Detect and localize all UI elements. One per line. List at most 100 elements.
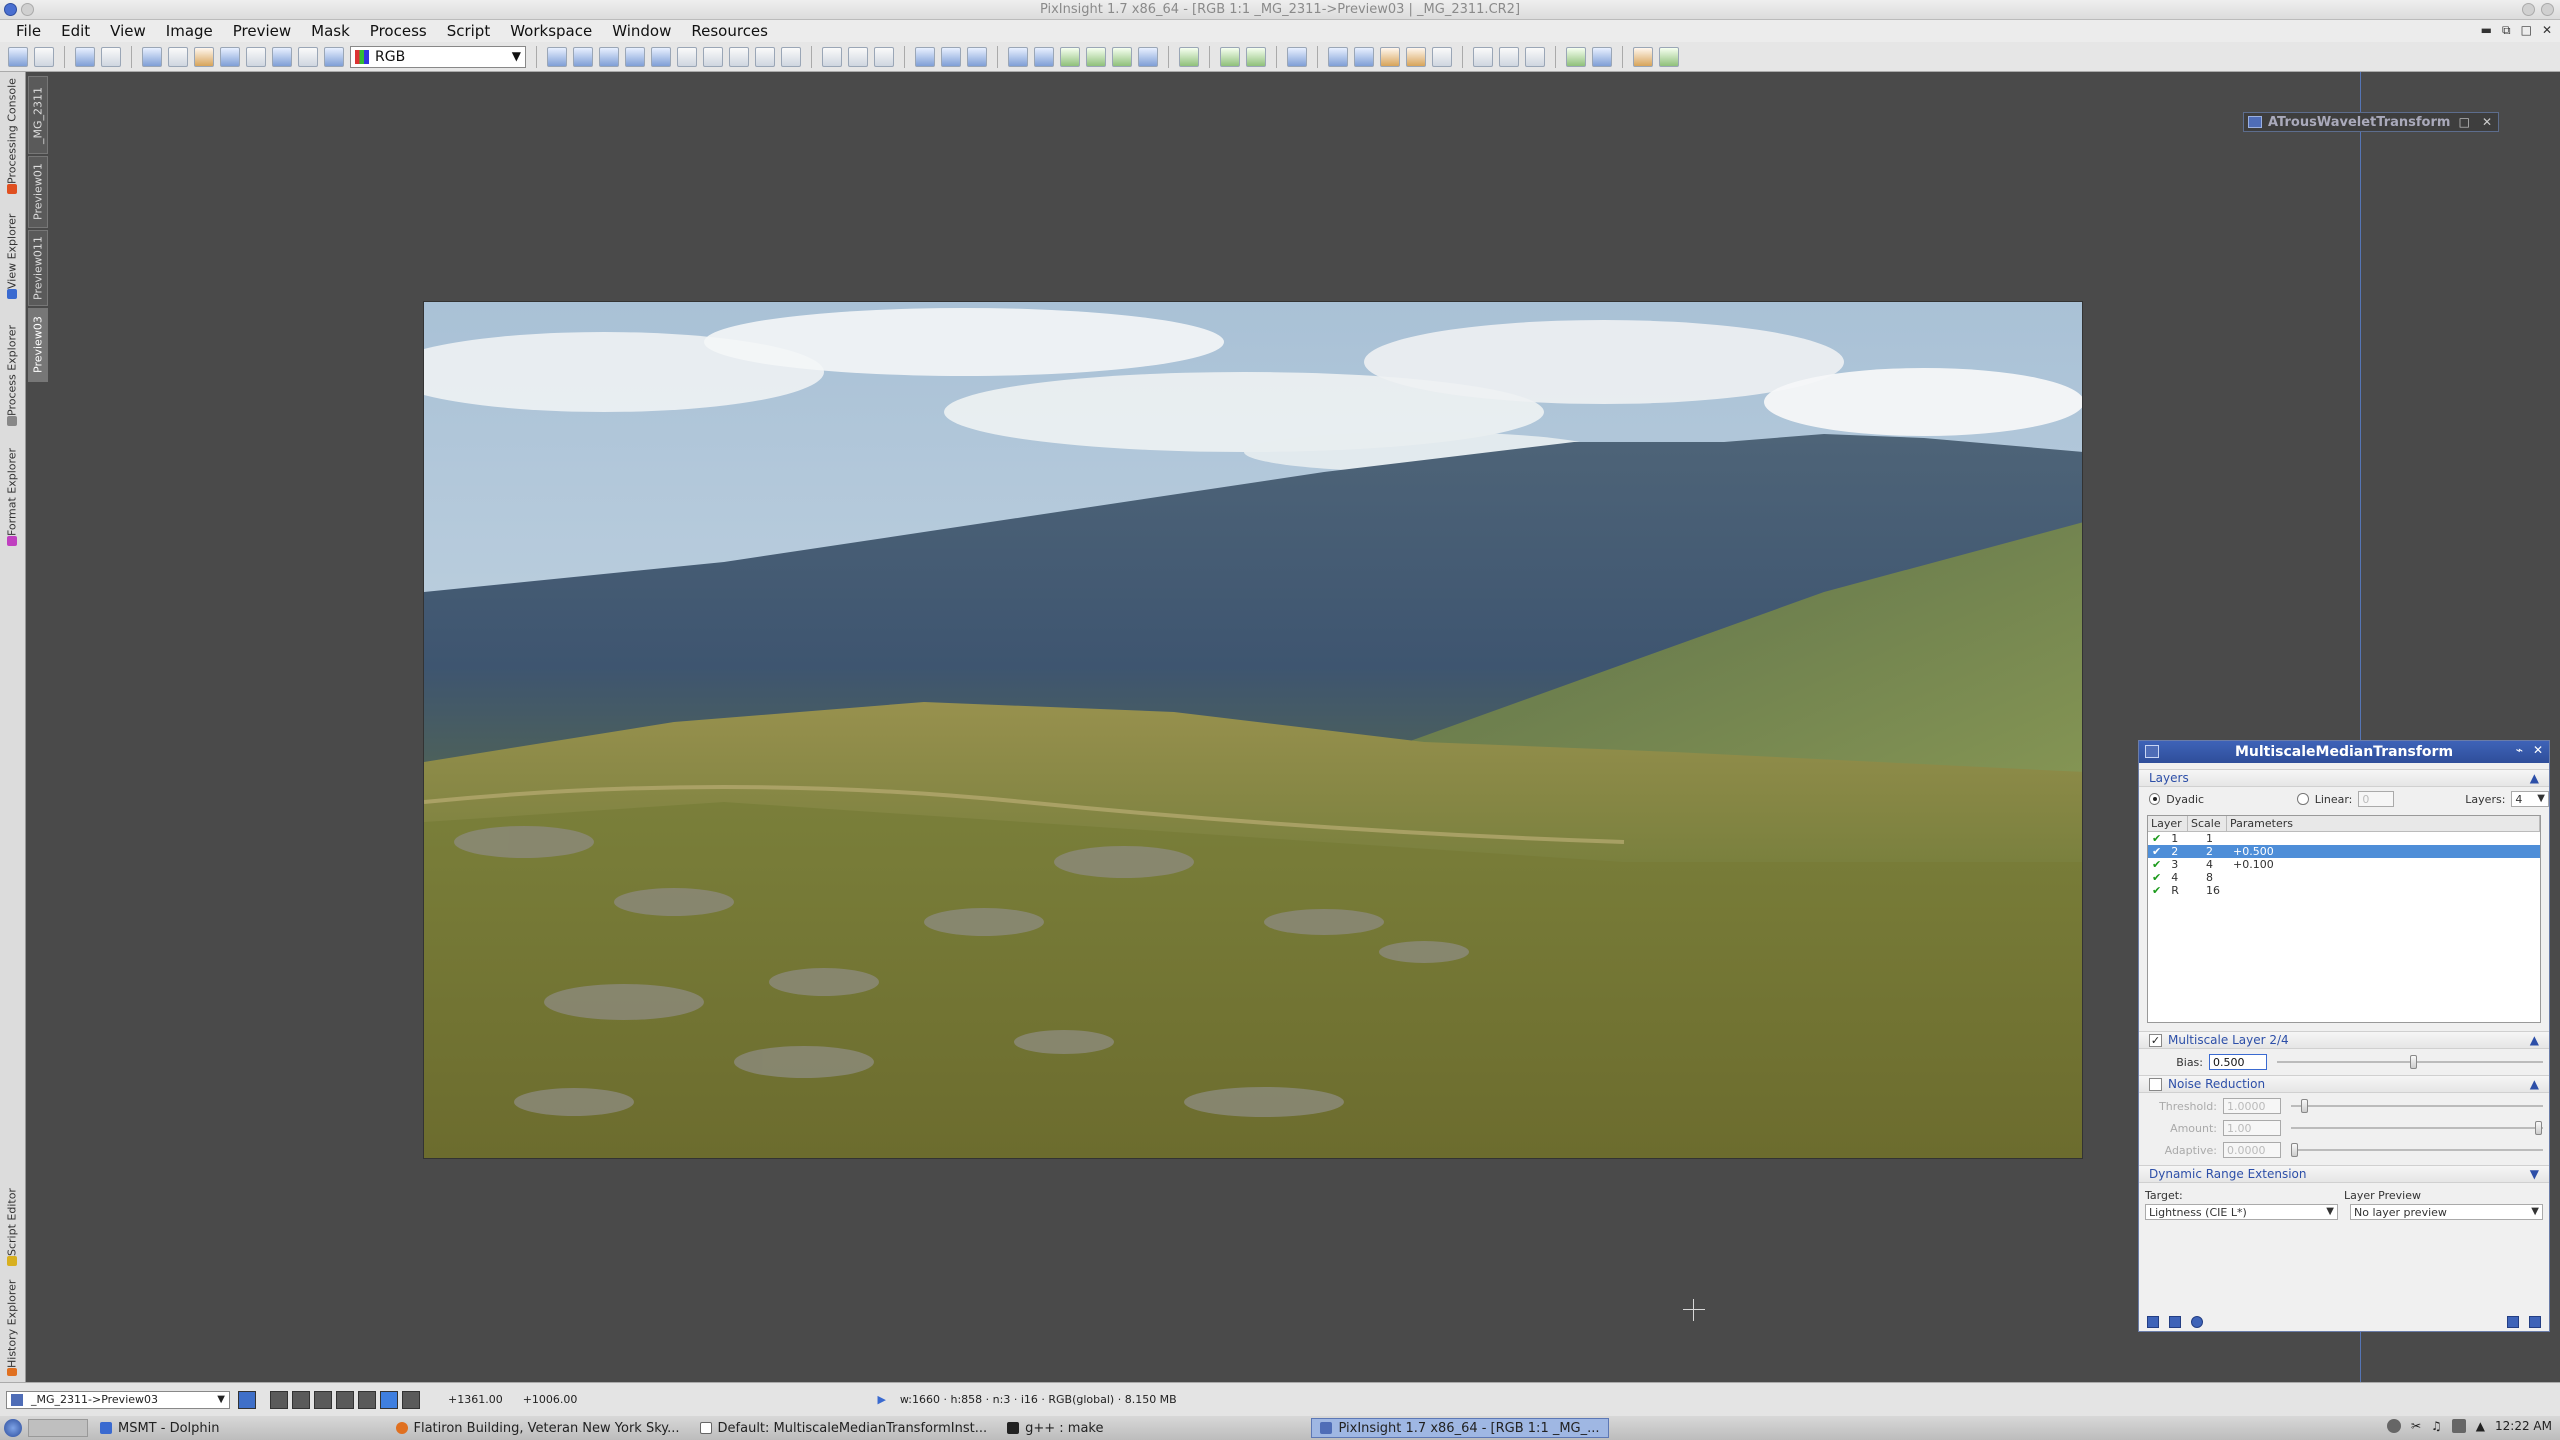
table-row[interactable]: ✔ 3 4 +0.100 (2148, 858, 2540, 871)
tab-view-explorer[interactable]: View Explorer (2, 202, 22, 314)
mask-show-icon[interactable] (1008, 46, 1028, 67)
workspace-next-icon[interactable] (1592, 46, 1612, 67)
linear-radio[interactable] (2297, 793, 2309, 805)
battery-icon[interactable] (2451, 1419, 2466, 1433)
task-terminal[interactable]: g++ : make (999, 1418, 1111, 1438)
process-container-icon[interactable] (1406, 46, 1426, 67)
histogram-icon[interactable] (168, 46, 188, 67)
check-icon[interactable]: ✔ (2152, 884, 2161, 897)
tab-history-explorer[interactable]: History Explorer (2, 1280, 22, 1380)
new-preview-icon[interactable] (677, 46, 697, 67)
atrous-process-icon[interactable]: ATrousWaveletTransform □ ✕ (2243, 112, 2499, 132)
slider-handle[interactable] (2301, 1099, 2309, 1113)
script-run-icon[interactable] (1328, 46, 1348, 67)
fit-view-icon[interactable] (625, 46, 645, 67)
check-icon[interactable]: ✔ (2152, 858, 2161, 871)
display-mode-7[interactable] (402, 1390, 420, 1409)
threshold-input[interactable]: 1.0000 (2223, 1098, 2281, 1114)
optimal-fit-icon[interactable] (967, 46, 987, 67)
task-pixinsight[interactable]: PixInsight 1.7 x86_64 - [RGB 1:1 _MG_... (1311, 1418, 1609, 1438)
pointer-icon[interactable] (729, 46, 749, 67)
amount-input[interactable]: 1.00 (2223, 1120, 2281, 1136)
slider-handle[interactable] (2535, 1121, 2543, 1135)
column-header-scale[interactable]: Scale (2188, 816, 2227, 831)
multiscale-layer-section-header[interactable]: ✓ Multiscale Layer 2/4 ▲ (2139, 1031, 2549, 1049)
adaptive-slider[interactable] (2291, 1143, 2543, 1157)
view-tab-preview03[interactable]: Preview03 (28, 308, 48, 382)
duplicate-icon[interactable] (101, 46, 121, 67)
slider-handle[interactable] (2410, 1055, 2417, 1069)
mdi-restore-icon[interactable]: ⧉ (2502, 23, 2511, 38)
threshold-slider[interactable] (2291, 1099, 2543, 1113)
check-icon[interactable]: ✔ (2152, 832, 2161, 845)
layers-section-header[interactable]: Layers ▲ (2139, 769, 2549, 787)
bias-input[interactable]: 0.500 (2209, 1054, 2267, 1070)
view-tab-preview01[interactable]: Preview01 (28, 156, 48, 228)
menu-script[interactable]: Script (437, 22, 501, 40)
slider-handle[interactable] (2291, 1143, 2298, 1157)
task-editor[interactable]: Default: MultiscaleMedianTransformInst..… (692, 1418, 996, 1438)
mmt-titlebar[interactable]: MultiscaleMedianTransform ⌁ ✕ (2139, 741, 2549, 763)
icon-arrange-icon[interactable] (1473, 46, 1493, 67)
display-mode-5[interactable] (358, 1390, 376, 1409)
view-mode-icon[interactable] (238, 1390, 256, 1409)
next-view-icon[interactable] (1220, 46, 1240, 67)
mask-invert-icon[interactable] (1060, 46, 1080, 67)
process-icon[interactable] (1354, 46, 1374, 67)
check-icon[interactable]: ✔ (2152, 845, 2161, 858)
maximize-icon[interactable]: □ (2459, 115, 2470, 129)
check-icon[interactable]: ✔ (2152, 871, 2161, 884)
pager-icon[interactable] (28, 1419, 88, 1437)
edit-preview-icon[interactable] (703, 46, 723, 67)
zoom-1-1-icon[interactable] (915, 46, 935, 67)
menu-resources[interactable]: Resources (681, 22, 778, 40)
workspace-icon[interactable] (1566, 46, 1586, 67)
mask-remove-icon[interactable] (1138, 46, 1158, 67)
project-icon[interactable] (1432, 46, 1452, 67)
table-row-selected[interactable]: ✔ 2 2 +0.500 (2148, 845, 2540, 858)
menu-mask[interactable]: Mask (301, 22, 360, 40)
multiscale-layer-checkbox[interactable]: ✓ (2149, 1033, 2162, 1047)
close-icon[interactable]: ✕ (2482, 115, 2492, 129)
layer-preview-select[interactable]: No layer preview ▼ (2350, 1204, 2543, 1220)
preferences-icon[interactable] (1633, 46, 1653, 67)
new-instance-icon[interactable] (2147, 1316, 2159, 1328)
noise-reduction-checkbox[interactable] (2149, 1077, 2162, 1091)
shade-icon[interactable]: ⌁ (2516, 743, 2523, 757)
statistics-icon[interactable] (246, 46, 266, 67)
table-row[interactable]: ✔ 1 1 (2148, 832, 2540, 845)
stf-icon[interactable] (194, 46, 214, 67)
display-mode-6[interactable] (380, 1390, 398, 1409)
reset-icon[interactable] (2529, 1316, 2541, 1328)
adaptive-input[interactable]: 0.0000 (2223, 1142, 2281, 1158)
menu-preview[interactable]: Preview (223, 22, 301, 40)
scissors-icon[interactable]: ✂ (2411, 1419, 2421, 1433)
column-header-layer[interactable]: Layer (2148, 816, 2188, 831)
apply-global-icon[interactable] (2169, 1316, 2181, 1328)
view-tab-main[interactable]: _MG_2311 (28, 76, 48, 154)
undo-icon[interactable] (822, 46, 842, 67)
redo-icon[interactable] (848, 46, 868, 67)
display-mode-1[interactable] (270, 1390, 288, 1409)
noise-reduction-section-header[interactable]: Noise Reduction ▲ (2139, 1075, 2549, 1093)
linear-spinbox[interactable]: 0 (2358, 791, 2395, 807)
menu-view[interactable]: View (100, 22, 156, 40)
table-row[interactable]: ✔ R 16 (2148, 884, 2540, 897)
tab-process-explorer[interactable]: Process Explorer (2, 318, 22, 436)
display-mode-3[interactable] (314, 1390, 332, 1409)
view-selector[interactable]: _MG_2311->Preview03 ▼ (6, 1390, 230, 1409)
network-icon[interactable] (2386, 1419, 2401, 1433)
collapse-icon[interactable]: ▲ (2530, 1033, 2539, 1047)
dre-section-header[interactable]: Dynamic Range Extension ▼ (2139, 1165, 2549, 1183)
mdi-maximize-icon[interactable]: □ (2521, 23, 2532, 38)
target-select[interactable]: Lightness (CIE L*) ▼ (2145, 1204, 2338, 1220)
save-icon[interactable] (34, 46, 54, 67)
process-history-icon[interactable] (1380, 46, 1400, 67)
image-info-icon[interactable] (142, 46, 162, 67)
icon-hide-icon[interactable] (1499, 46, 1519, 67)
display-mode-4[interactable] (336, 1390, 354, 1409)
previous-view-icon[interactable] (1246, 46, 1266, 67)
global-preferences-icon[interactable] (1659, 46, 1679, 67)
menu-edit[interactable]: Edit (51, 22, 100, 40)
mdi-close-icon[interactable]: ✕ (2542, 23, 2552, 38)
